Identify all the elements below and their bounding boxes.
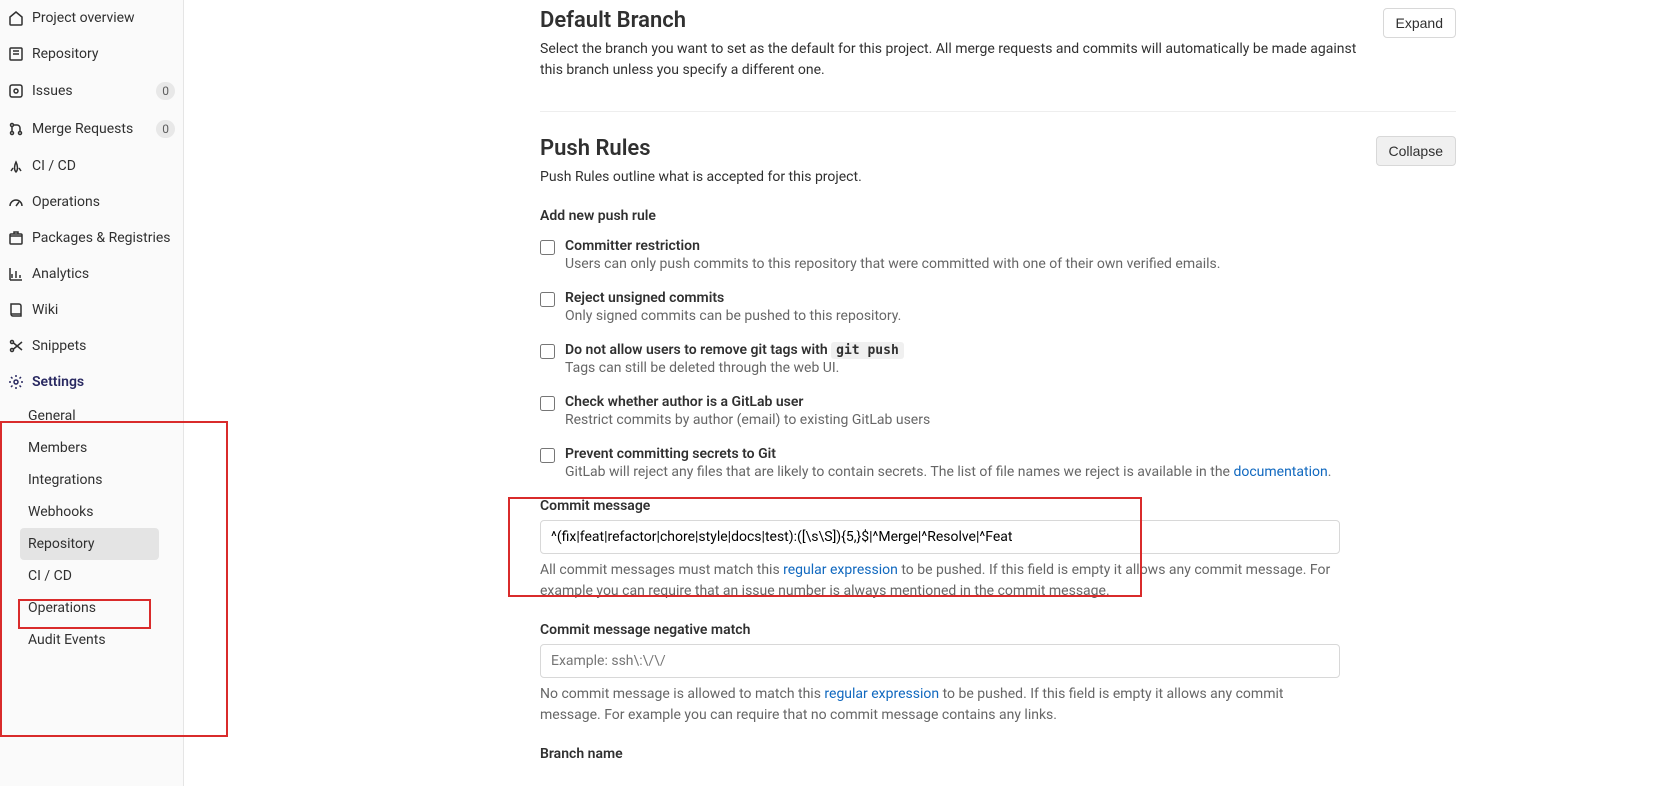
nav-label: Snippets (32, 338, 86, 354)
settings-subnav: General Members Integrations Webhooks Re… (0, 400, 183, 656)
nav-label: Repository (32, 46, 98, 62)
nav-label: Analytics (32, 266, 89, 282)
nav-label: Packages & Registries (32, 230, 171, 246)
repo-icon (8, 46, 24, 62)
sidebar-item-overview[interactable]: Project overview (0, 0, 183, 36)
expand-button[interactable]: Expand (1383, 8, 1456, 38)
rule-checkbox[interactable] (540, 344, 555, 359)
sidebar: Project overview Repository Issues 0 Mer… (0, 0, 184, 786)
nav-label: Merge Requests (32, 121, 133, 137)
gear-icon (8, 374, 24, 390)
sidebar-item-merge-requests[interactable]: Merge Requests 0 (0, 110, 183, 148)
package-icon (8, 230, 24, 246)
rule-desc: Only signed commits can be pushed to thi… (565, 308, 901, 324)
sidebar-item-repository[interactable]: Repository (0, 36, 183, 72)
nav-label: Settings (32, 374, 84, 390)
collapse-button[interactable]: Collapse (1376, 136, 1456, 166)
sidebar-item-wiki[interactable]: Wiki (0, 292, 183, 328)
nav-label: CI / CD (32, 158, 76, 174)
sidebar-item-analytics[interactable]: Analytics (0, 256, 183, 292)
rule-desc: GitLab will reject any files that are li… (565, 464, 1331, 480)
rule-title: Prevent committing secrets to Git (565, 446, 1331, 462)
nav-label: Project overview (32, 10, 135, 26)
rule-prevent-secrets: Prevent committing secrets to Git GitLab… (540, 446, 1456, 480)
rule-desc: Tags can still be deleted through the we… (565, 360, 904, 376)
subnav-general[interactable]: General (28, 400, 183, 432)
mr-badge: 0 (156, 120, 175, 138)
subnav-webhooks[interactable]: Webhooks (28, 496, 183, 528)
subnav-members[interactable]: Members (28, 432, 183, 464)
rule-reject-unsigned: Reject unsigned commits Only signed comm… (540, 290, 1456, 324)
branch-name-field: Branch name (540, 746, 1456, 762)
commit-message-neg-input[interactable] (540, 644, 1340, 678)
issues-icon (8, 83, 24, 99)
rule-checkbox[interactable] (540, 396, 555, 411)
push-rules-desc: Push Rules outline what is accepted for … (540, 167, 862, 188)
subnav-integrations[interactable]: Integrations (28, 464, 183, 496)
commit-message-help: All commit messages must match this regu… (540, 560, 1340, 602)
subnav-repository[interactable]: Repository (20, 528, 159, 560)
sidebar-item-cicd[interactable]: CI / CD (0, 148, 183, 184)
commit-message-neg-help: No commit message is allowed to match th… (540, 684, 1340, 726)
subnav-cicd[interactable]: CI / CD (28, 560, 183, 592)
rule-checkbox[interactable] (540, 240, 555, 255)
rule-author-gitlab-user: Check whether author is a GitLab user Re… (540, 394, 1456, 428)
sidebar-item-packages[interactable]: Packages & Registries (0, 220, 183, 256)
sidebar-item-snippets[interactable]: Snippets (0, 328, 183, 364)
rule-desc: Users can only push commits to this repo… (565, 256, 1220, 272)
main-content: Default Branch Select the branch you wan… (184, 0, 1656, 786)
commit-message-label: Commit message (540, 498, 1456, 514)
gauge-icon (8, 194, 24, 210)
scissors-icon (8, 338, 24, 354)
default-branch-title: Default Branch (540, 8, 1383, 33)
rule-title: Do not allow users to remove git tags wi… (565, 342, 904, 358)
commit-message-neg-field: Commit message negative match No commit … (540, 622, 1456, 726)
rule-title: Reject unsigned commits (565, 290, 901, 306)
push-rules-title: Push Rules (540, 136, 862, 161)
add-rule-title: Add new push rule (540, 208, 1456, 224)
chart-icon (8, 266, 24, 282)
commit-message-input[interactable] (540, 520, 1340, 554)
sidebar-item-settings[interactable]: Settings (0, 364, 183, 400)
rule-committer-restriction: Committer restriction Users can only pus… (540, 238, 1456, 272)
book-icon (8, 302, 24, 318)
default-branch-section: Default Branch Select the branch you wan… (540, 8, 1456, 112)
nav-label: Wiki (32, 302, 58, 318)
rule-no-remove-tags: Do not allow users to remove git tags wi… (540, 342, 1456, 376)
rocket-icon (8, 158, 24, 174)
home-icon (8, 10, 24, 26)
commit-message-neg-label: Commit message negative match (540, 622, 1456, 638)
rule-desc: Restrict commits by author (email) to ex… (565, 412, 930, 428)
regex-link[interactable]: regular expression (783, 562, 898, 578)
branch-name-label: Branch name (540, 746, 1456, 762)
regex-link[interactable]: regular expression (824, 686, 939, 702)
commit-message-field: Commit message All commit messages must … (540, 498, 1456, 602)
rule-checkbox[interactable] (540, 448, 555, 463)
subnav-audit-events[interactable]: Audit Events (28, 624, 183, 656)
default-branch-desc: Select the branch you want to set as the… (540, 39, 1383, 81)
nav-label: Issues (32, 83, 73, 99)
rule-title: Check whether author is a GitLab user (565, 394, 930, 410)
nav-label: Operations (32, 194, 100, 210)
documentation-link[interactable]: documentation (1233, 464, 1327, 480)
sidebar-item-operations[interactable]: Operations (0, 184, 183, 220)
issues-badge: 0 (156, 82, 175, 100)
sidebar-item-issues[interactable]: Issues 0 (0, 72, 183, 110)
push-rules-section: Push Rules Push Rules outline what is ac… (540, 136, 1456, 786)
rule-checkbox[interactable] (540, 292, 555, 307)
merge-icon (8, 121, 24, 137)
subnav-operations[interactable]: Operations (28, 592, 183, 624)
rule-title: Committer restriction (565, 238, 1220, 254)
